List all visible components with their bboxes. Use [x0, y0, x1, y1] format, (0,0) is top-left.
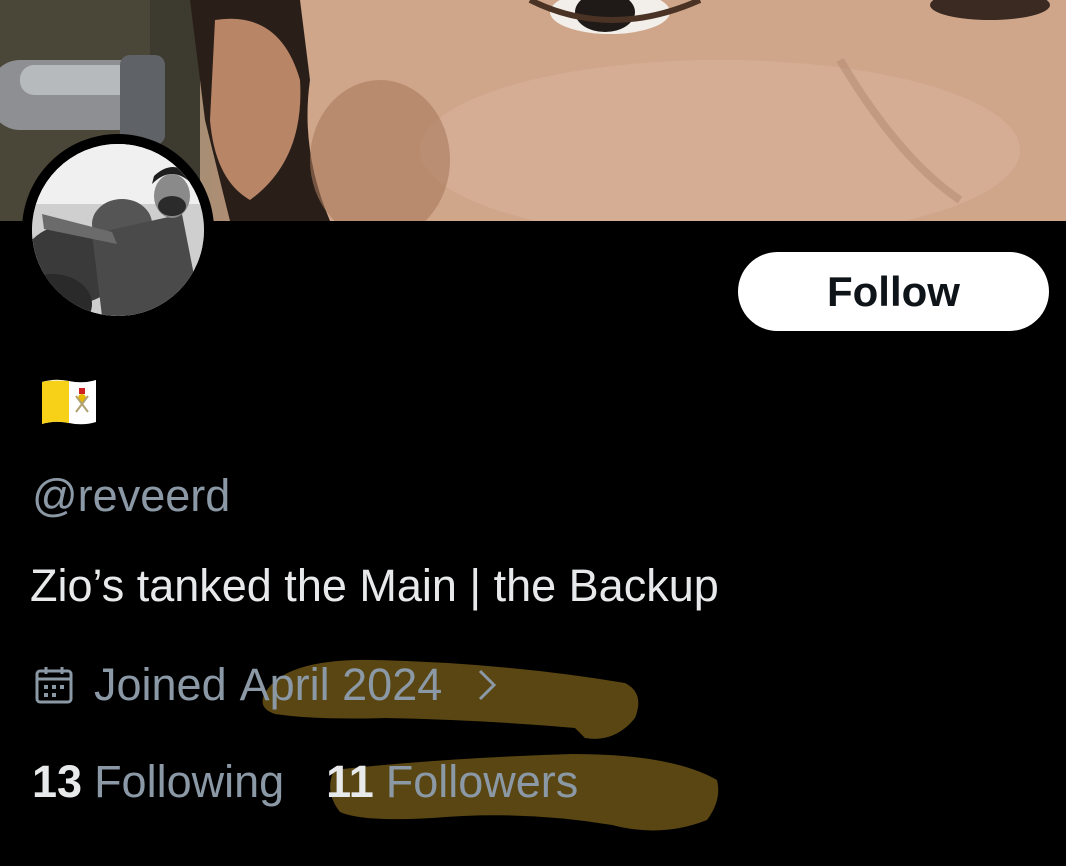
followers-label: Followers — [385, 756, 579, 807]
profile-handle: @reveerd — [32, 470, 231, 521]
following-count: 13 — [32, 756, 83, 807]
avatar[interactable] — [22, 134, 214, 326]
follow-button[interactable]: Follow — [738, 252, 1049, 331]
vatican-flag-icon — [40, 376, 98, 428]
followers-link[interactable]: 11 Followers — [326, 756, 578, 808]
following-label: Following — [94, 756, 285, 807]
following-link[interactable]: 13 Following — [32, 756, 284, 808]
calendar-icon — [35, 667, 73, 704]
follow-stats: 13 Following 11 Followers — [32, 752, 578, 812]
joined-date: April 2024 — [239, 659, 443, 710]
joined-row[interactable]: Joined April 2024 — [34, 655, 498, 715]
followers-count: 11 — [326, 756, 374, 807]
chevron-right-icon[interactable] — [476, 667, 498, 703]
joined-label: Joined — [94, 659, 227, 710]
avatar-photo — [32, 144, 204, 316]
profile-bio: Zio’s tanked the Main | the Backup — [30, 560, 719, 611]
